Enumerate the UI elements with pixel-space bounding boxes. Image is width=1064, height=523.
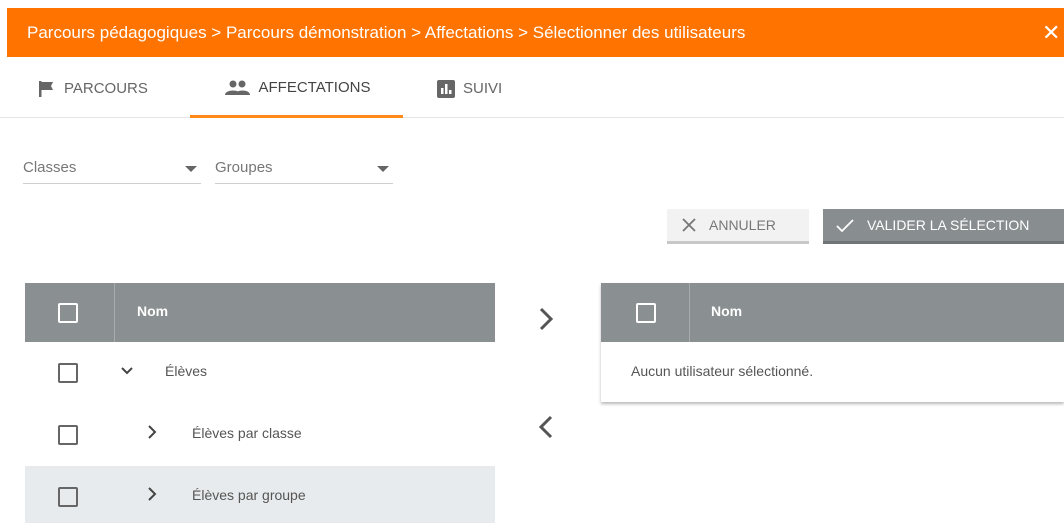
validate-selection-button[interactable]: VALIDER LA SÉLECTION	[823, 209, 1064, 244]
bar-chart-icon	[437, 79, 455, 98]
empty-state-message: Aucun utilisateur sélectionné.	[631, 363, 814, 379]
tab-label: PARCOURS	[64, 80, 148, 97]
tab-parcours[interactable]: PARCOURS	[38, 60, 148, 117]
tab-label: AFFECTATIONS	[258, 79, 371, 96]
table-row[interactable]: Élèves par groupe	[25, 466, 495, 523]
header-divider	[114, 283, 115, 342]
table-row[interactable]: Élèves par classe	[25, 404, 495, 466]
flag-icon	[38, 80, 56, 97]
validate-label: VALIDER LA SÉLECTION	[867, 217, 1030, 233]
row-label: Élèves par groupe	[192, 487, 306, 503]
groupes-select[interactable]: Groupes	[215, 150, 393, 184]
selected-users-table: Nom Aucun utilisateur sélectionné.	[601, 283, 1064, 402]
breadcrumb: Parcours pédagogiques > Parcours démonst…	[27, 23, 746, 42]
column-header-nom: Nom	[711, 303, 743, 319]
table-row[interactable]: Élèves	[25, 342, 495, 404]
caret-down-icon	[185, 166, 197, 172]
chevron-right-icon[interactable]	[147, 487, 157, 501]
top-bar: Parcours pédagogiques > Parcours démonst…	[7, 8, 1064, 57]
classes-select[interactable]: Classes	[23, 150, 201, 184]
row-label: Élèves	[165, 363, 208, 379]
classes-label: Classes	[23, 159, 77, 176]
available-users-table: Nom Élèves Élèves par classe Élèves par …	[25, 283, 495, 523]
row-label: Élèves par classe	[192, 425, 302, 441]
column-header-nom: Nom	[137, 303, 169, 319]
cancel-button[interactable]: ANNULER	[667, 209, 809, 244]
check-icon	[835, 217, 855, 233]
table-header: Nom	[25, 283, 495, 342]
people-icon	[223, 80, 251, 96]
chevron-right-icon[interactable]	[147, 425, 157, 439]
header-divider	[689, 283, 690, 342]
table-header: Nom	[601, 283, 1064, 342]
chevron-down-icon[interactable]	[121, 366, 133, 376]
select-all-checkbox[interactable]	[58, 303, 78, 323]
close-icon[interactable]: ✕	[1042, 8, 1064, 57]
row-checkbox[interactable]	[58, 363, 78, 383]
tab-suivi[interactable]: SUIVI	[437, 60, 502, 117]
close-icon	[681, 217, 697, 233]
row-checkbox[interactable]	[58, 487, 78, 507]
move-right-arrow-icon[interactable]	[539, 307, 553, 331]
tab-affectations[interactable]: AFFECTATIONS	[190, 60, 403, 118]
tab-label: SUIVI	[463, 80, 503, 97]
groupes-label: Groupes	[215, 159, 273, 176]
move-left-arrow-icon[interactable]	[539, 415, 553, 439]
tab-bar: PARCOURS AFFECTATIONS SUIVI	[0, 60, 1064, 118]
select-all-checkbox[interactable]	[636, 303, 656, 323]
row-checkbox[interactable]	[58, 425, 78, 445]
caret-down-icon	[377, 166, 389, 172]
cancel-label: ANNULER	[709, 217, 776, 233]
